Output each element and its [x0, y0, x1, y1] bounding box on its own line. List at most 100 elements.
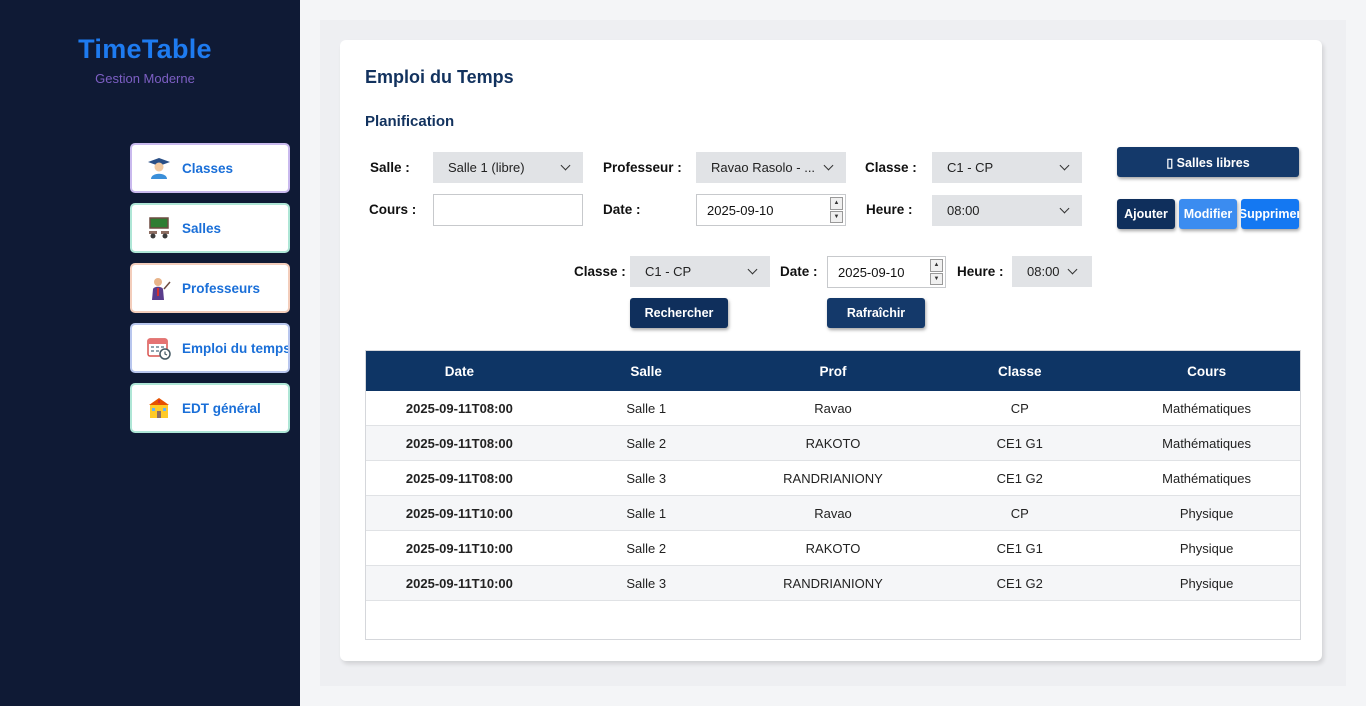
cell-salle: Salle 3 [626, 470, 667, 486]
cell-classe: CE1 G2 [996, 575, 1043, 591]
chevron-down-icon [1059, 160, 1070, 171]
sidebar: TimeTable Gestion Moderne Classes Salles [0, 0, 300, 706]
calendar-clock-icon [146, 335, 172, 361]
rechercher-button[interactable]: Rechercher [630, 298, 728, 328]
classe-select-value: C1 - CP [947, 160, 994, 175]
cell-salle: Salle 3 [626, 575, 667, 591]
heure-select[interactable]: 08:00 [932, 195, 1082, 226]
rafraichir-button[interactable]: Rafraîchir [827, 298, 925, 328]
column-header-cours[interactable]: Cours [1113, 351, 1300, 391]
classe-select[interactable]: C1 - CP [932, 152, 1082, 183]
cours-label: Cours : [369, 202, 417, 217]
date-input[interactable]: 2025-09-10 ▲ ▼ [696, 194, 846, 226]
chevron-down-icon [747, 264, 758, 275]
ajouter-button[interactable]: Ajouter [1117, 199, 1175, 229]
cell-cours: Physique [1179, 540, 1234, 556]
table-body: 2025-09-11T08:00 Salle 1 Ravao CP Mathém… [366, 391, 1300, 601]
professeur-select-value: Ravao Rasolo - ... [711, 160, 816, 175]
cell-prof: RANDRIANIONY [783, 575, 883, 591]
table-header: Date Salle Prof Classe Cours [366, 351, 1300, 391]
salle-label: Salle : [370, 160, 410, 175]
sidebar-item-emploi-du-temps[interactable]: Emploi du temps [130, 323, 290, 373]
cell-salle: Salle 1 [626, 400, 667, 416]
cours-input[interactable] [433, 194, 583, 226]
cell-prof: RAKOTO [805, 435, 861, 451]
table-row[interactable]: 2025-09-11T08:00 Salle 3 RANDRIANIONY CE… [366, 461, 1300, 496]
cell-classe: CE1 G1 [996, 540, 1043, 556]
cell-salle: Salle 2 [626, 540, 667, 556]
cell-date: 2025-09-11T08:00 [405, 435, 513, 451]
brand: TimeTable Gestion Moderne [0, 34, 290, 86]
app-title: TimeTable [78, 34, 212, 64]
table-row[interactable]: 2025-09-11T10:00 Salle 3 RANDRIANIONY CE… [366, 566, 1300, 601]
search-date-value: 2025-09-10 [838, 264, 905, 280]
page-title: Emploi du Temps [365, 67, 514, 87]
chevron-down-icon [1067, 264, 1078, 275]
cell-date: 2025-09-11T10:00 [405, 575, 513, 591]
column-header-classe[interactable]: Classe [926, 351, 1113, 391]
sidebar-item-salles[interactable]: Salles [130, 203, 290, 253]
salles-libres-button[interactable]: ▯ Salles libres [1117, 147, 1299, 177]
section-title: Planification [365, 113, 455, 130]
table-row[interactable]: 2025-09-11T10:00 Salle 1 Ravao CP Physiq… [366, 496, 1300, 531]
cell-classe: CE1 G1 [996, 435, 1043, 451]
spin-up-icon[interactable]: ▲ [930, 259, 943, 272]
classroom-icon [146, 215, 172, 241]
chevron-down-icon [1059, 203, 1070, 214]
search-heure-select[interactable]: 08:00 [1012, 256, 1092, 287]
modifier-button[interactable]: Modifier [1179, 199, 1237, 229]
cell-classe: CP [1010, 400, 1029, 416]
spin-down-icon[interactable]: ▼ [930, 272, 943, 285]
sidebar-item-label: Salles [182, 220, 222, 236]
search-date-input[interactable]: 2025-09-10 ▲ ▼ [827, 256, 946, 288]
professeur-select[interactable]: Ravao Rasolo - ... [696, 152, 846, 183]
cell-date: 2025-09-11T10:00 [405, 505, 513, 521]
column-header-prof[interactable]: Prof [740, 351, 927, 391]
table-row[interactable]: 2025-09-11T08:00 Salle 1 Ravao CP Mathém… [366, 391, 1300, 426]
heure-label: Heure : [866, 202, 913, 217]
sidebar-item-classes[interactable]: Classes [130, 143, 290, 193]
cell-date: 2025-09-11T10:00 [405, 540, 513, 556]
search-classe-value: C1 - CP [645, 264, 692, 279]
sidebar-item-label: Classes [182, 160, 234, 176]
chevron-down-icon [560, 160, 571, 171]
cell-cours: Physique [1179, 575, 1234, 591]
school-building-icon [146, 395, 172, 421]
search-date-label: Date : [780, 264, 818, 279]
sidebar-item-label: Professeurs [182, 280, 261, 296]
cell-date: 2025-09-11T08:00 [405, 470, 513, 486]
supprimer-button[interactable]: Supprimer [1241, 199, 1299, 229]
search-classe-select[interactable]: C1 - CP [630, 256, 770, 287]
cell-cours: Mathématiques [1162, 470, 1252, 486]
sidebar-item-label: Emploi du temps [182, 340, 290, 356]
search-heure-value: 08:00 [1027, 264, 1060, 279]
cell-prof: Ravao [814, 400, 852, 416]
spin-up-icon[interactable]: ▲ [830, 197, 843, 210]
spin-down-icon[interactable]: ▼ [830, 210, 843, 223]
table-row[interactable]: 2025-09-11T10:00 Salle 2 RAKOTO CE1 G1 P… [366, 531, 1300, 566]
column-header-date[interactable]: Date [366, 351, 553, 391]
sidebar-item-edt-general[interactable]: EDT général [130, 383, 290, 433]
cell-cours: Mathématiques [1162, 435, 1252, 451]
app-subtitle: Gestion Moderne [95, 71, 195, 86]
sidebar-item-label: EDT général [182, 400, 261, 416]
table-row[interactable]: 2025-09-11T08:00 Salle 2 RAKOTO CE1 G1 M… [366, 426, 1300, 461]
search-classe-label: Classe : [574, 264, 626, 279]
cell-prof: RANDRIANIONY [783, 470, 883, 486]
search-date-spinner[interactable]: ▲ ▼ [930, 259, 943, 285]
teacher-icon [146, 275, 172, 301]
date-input-value: 2025-09-10 [707, 202, 774, 218]
student-icon [146, 155, 172, 181]
salle-select-value: Salle 1 (libre) [448, 160, 525, 175]
professeur-label: Professeur : [603, 160, 682, 175]
sidebar-item-professeurs[interactable]: Professeurs [130, 263, 290, 313]
cell-cours: Mathématiques [1162, 400, 1252, 416]
date-spinner[interactable]: ▲ ▼ [830, 197, 843, 223]
cell-date: 2025-09-11T08:00 [405, 400, 513, 416]
classe-label: Classe : [865, 160, 917, 175]
salle-select[interactable]: Salle 1 (libre) [433, 152, 583, 183]
column-header-salle[interactable]: Salle [553, 351, 740, 391]
search-heure-label: Heure : [957, 264, 1004, 279]
date-label: Date : [603, 202, 641, 217]
cell-prof: Ravao [814, 505, 852, 521]
